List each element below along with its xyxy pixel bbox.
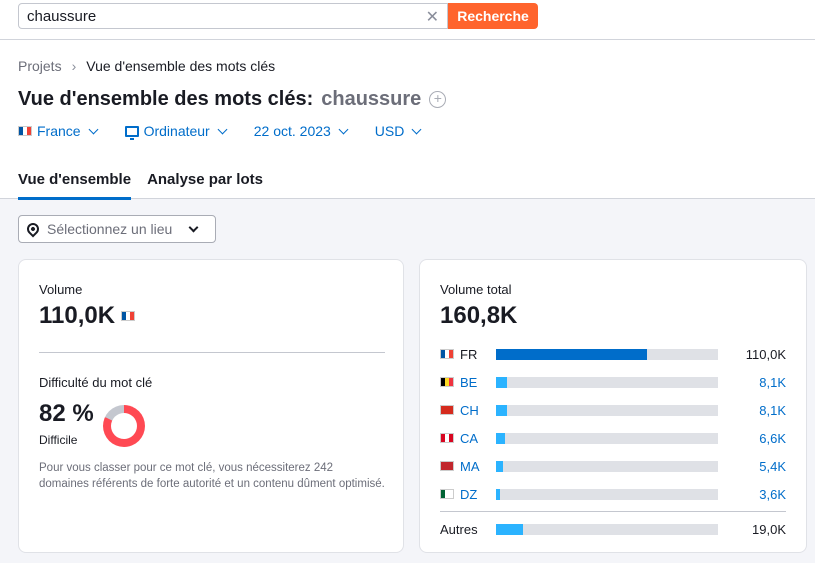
search-button[interactable]: Recherche <box>448 3 538 29</box>
country-volume-bar <box>496 432 718 444</box>
chevron-down-icon <box>338 124 349 134</box>
chevron-down-icon <box>411 124 422 134</box>
country-row: BE 8,1K <box>440 374 786 390</box>
chevron-down-icon <box>217 124 228 134</box>
country-code[interactable]: MA <box>460 459 494 474</box>
france-flag-icon <box>121 311 136 321</box>
divider <box>39 352 385 353</box>
country-volume-bar <box>496 488 718 500</box>
date-filter[interactable]: 22 oct. 2023 <box>253 123 349 139</box>
country-volume-bar <box>496 348 718 360</box>
volume-value: 110,0K <box>39 302 116 329</box>
total-volume-value: 160,8K <box>440 302 518 329</box>
difficulty-donut-chart <box>103 405 145 447</box>
dz-flag-icon <box>440 489 454 499</box>
country-row: CA 6,6K <box>440 430 786 446</box>
divider <box>440 511 786 512</box>
difficulty-label: Difficulté du mot clé <box>39 375 153 390</box>
country-volume-bar <box>496 376 718 388</box>
filters: France Ordinateur 22 oct. 2023 USD <box>18 123 422 140</box>
country-row: CH 8,1K <box>440 402 786 418</box>
breadcrumb: Projets › Vue d'ensemble des mots clés <box>18 58 275 74</box>
country-volume-value[interactable]: 8,1K <box>759 375 786 390</box>
tab-overview[interactable]: Vue d'ensemble <box>18 171 132 200</box>
currency-filter-label: USD <box>374 123 405 139</box>
country-code[interactable]: DZ <box>460 487 494 502</box>
ch-flag-icon <box>440 405 454 415</box>
country-volume-bar-fill <box>496 460 503 472</box>
title-row: Vue d'ensemble des mots clés: chaussure … <box>18 88 447 111</box>
breadcrumb-projects-link[interactable]: Projets <box>18 58 62 74</box>
total-volume-card: Volume total 160,8K FR 110,0K BE 8,1K CH 8,1K… <box>419 259 807 553</box>
location-select-label: Sélectionnez un lieu <box>47 221 173 237</box>
device-filter-label: Ordinateur <box>143 123 210 139</box>
volume-card: Volume 110,0K Difficulté du mot clé 82 %… <box>18 259 404 553</box>
search-box[interactable]: ✕ <box>18 3 448 29</box>
keyword-title: chaussure <box>321 88 422 110</box>
country-filter[interactable]: France <box>18 123 99 139</box>
chevron-down-icon <box>88 124 99 134</box>
breadcrumb-current: Vue d'ensemble des mots clés <box>86 58 276 74</box>
country-volume-bar-fill <box>496 404 508 416</box>
country-row: FR 110,0K <box>440 346 786 362</box>
desktop-icon <box>124 125 139 140</box>
chevron-right-icon: › <box>71 58 77 74</box>
others-row: Autres 19,0K <box>440 521 786 537</box>
others-bar <box>496 523 718 535</box>
difficulty-value: 82 % <box>39 400 94 427</box>
france-flag-icon <box>18 126 32 136</box>
country-volume-value: 110,0K <box>745 346 786 362</box>
country-volume-bar <box>496 460 718 472</box>
country-filter-label: France <box>37 123 81 139</box>
country-volume-bar-fill <box>496 376 508 388</box>
currency-filter[interactable]: USD <box>374 123 422 139</box>
search-input[interactable] <box>19 7 419 25</box>
country-volume-bar-fill <box>496 488 501 500</box>
location-select[interactable]: Sélectionnez un lieu <box>18 215 216 243</box>
difficulty-text: Difficile <box>39 433 78 447</box>
country-row: DZ 3,6K <box>440 486 786 502</box>
fr-flag-icon <box>440 349 454 359</box>
chevron-down-icon <box>188 222 199 232</box>
country-row: MA 5,4K <box>440 458 786 474</box>
country-volume-bar <box>496 404 718 416</box>
add-circle-icon[interactable]: + <box>429 91 447 108</box>
location-pin-icon <box>24 220 42 238</box>
page-header: Projets › Vue d'ensemble des mots clés V… <box>0 40 815 200</box>
country-volume-value[interactable]: 5,4K <box>759 459 786 474</box>
others-value: 19,0K <box>752 521 786 537</box>
device-filter[interactable]: Ordinateur <box>124 123 228 140</box>
difficulty-description: Pour vous classer pour ce mot clé, vous … <box>39 462 385 490</box>
ca-flag-icon <box>440 433 454 443</box>
others-bar-fill <box>496 523 523 535</box>
tab-bulk-analysis[interactable]: Analyse par lots <box>147 171 263 200</box>
date-filter-label: 22 oct. 2023 <box>253 123 331 139</box>
country-volume-value[interactable]: 3,6K <box>759 487 786 502</box>
total-volume-label: Volume total <box>440 282 512 297</box>
volume-label: Volume <box>39 282 83 297</box>
country-volume-bar-fill <box>496 432 505 444</box>
country-volume-value[interactable]: 8,1K <box>759 403 786 418</box>
country-code: FR <box>460 346 478 362</box>
country-code[interactable]: CH <box>460 403 494 418</box>
top-bar: ✕ Recherche <box>0 0 815 40</box>
country-code[interactable]: BE <box>460 375 494 390</box>
be-flag-icon <box>440 377 454 387</box>
tabs: Vue d'ensemble Analyse par lots <box>18 171 263 200</box>
others-label: Autres <box>440 521 478 537</box>
page-title: Vue d'ensemble des mots clés: <box>18 88 314 110</box>
country-volume-bar-fill <box>496 348 647 360</box>
ma-flag-icon <box>440 461 454 471</box>
country-volume-value[interactable]: 6,6K <box>759 431 786 446</box>
clear-icon[interactable]: ✕ <box>426 7 439 27</box>
country-code[interactable]: CA <box>460 431 494 446</box>
